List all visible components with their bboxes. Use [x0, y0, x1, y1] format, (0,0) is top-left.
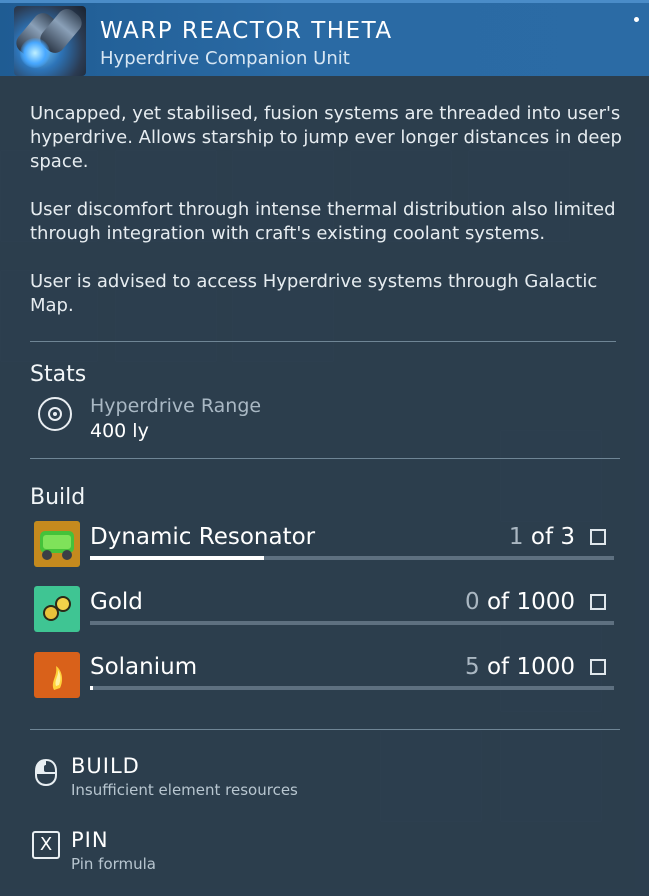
- item-subtitle: Hyperdrive Companion Unit: [100, 48, 350, 69]
- resource-checkbox[interactable]: [590, 659, 606, 675]
- item-header: WARP REACTOR THETA Hyperdrive Companion …: [0, 0, 649, 76]
- build-title: Build: [30, 485, 86, 510]
- stat-label: Hyperdrive Range: [90, 395, 262, 417]
- description-paragraph-1: Uncapped, yet stabilised, fusion systems…: [30, 103, 622, 172]
- build-label: BUILD: [71, 754, 140, 778]
- resource-quantity: 1 of 3: [508, 524, 575, 550]
- indicator-dot: [634, 17, 639, 22]
- build-status: Insufficient element resources: [71, 781, 298, 799]
- resource-progress-fill: [90, 686, 93, 690]
- divider: [30, 458, 620, 459]
- x-key-icon: X: [32, 831, 60, 859]
- item-title: WARP REACTOR THETA: [100, 18, 393, 44]
- target-icon: [38, 397, 72, 431]
- resource-progress-bar: [90, 556, 614, 560]
- resource-quantity: 0 of 1000: [465, 589, 575, 615]
- resource-name: Gold: [90, 589, 143, 615]
- resource-progress-bar: [90, 621, 614, 625]
- resource-progress-fill: [90, 556, 265, 560]
- divider: [30, 341, 616, 342]
- resource-checkbox[interactable]: [590, 594, 606, 610]
- pin-label: PIN: [71, 828, 109, 852]
- mouse-icon: [31, 757, 61, 791]
- pin-sub: Pin formula: [71, 855, 156, 873]
- item-detail-panel: WARP REACTOR THETA Hyperdrive Companion …: [0, 0, 649, 896]
- warp-reactor-icon: [14, 6, 86, 76]
- resource-progress-bar: [90, 686, 614, 690]
- resource-name: Dynamic Resonator: [90, 524, 316, 550]
- solanium-icon: [34, 652, 80, 698]
- resource-name: Solanium: [90, 654, 198, 680]
- stats-title: Stats: [30, 362, 87, 387]
- dynamic-resonator-icon: [34, 521, 80, 567]
- resource-quantity: 5 of 1000: [465, 654, 575, 680]
- divider: [30, 729, 620, 730]
- description-paragraph-3: User is advised to access Hyperdrive sys…: [30, 271, 598, 316]
- gold-icon: [34, 586, 80, 632]
- stat-value: 400 ly: [90, 420, 149, 442]
- resource-checkbox[interactable]: [590, 529, 606, 545]
- description-paragraph-2: User discomfort through intense thermal …: [30, 199, 616, 244]
